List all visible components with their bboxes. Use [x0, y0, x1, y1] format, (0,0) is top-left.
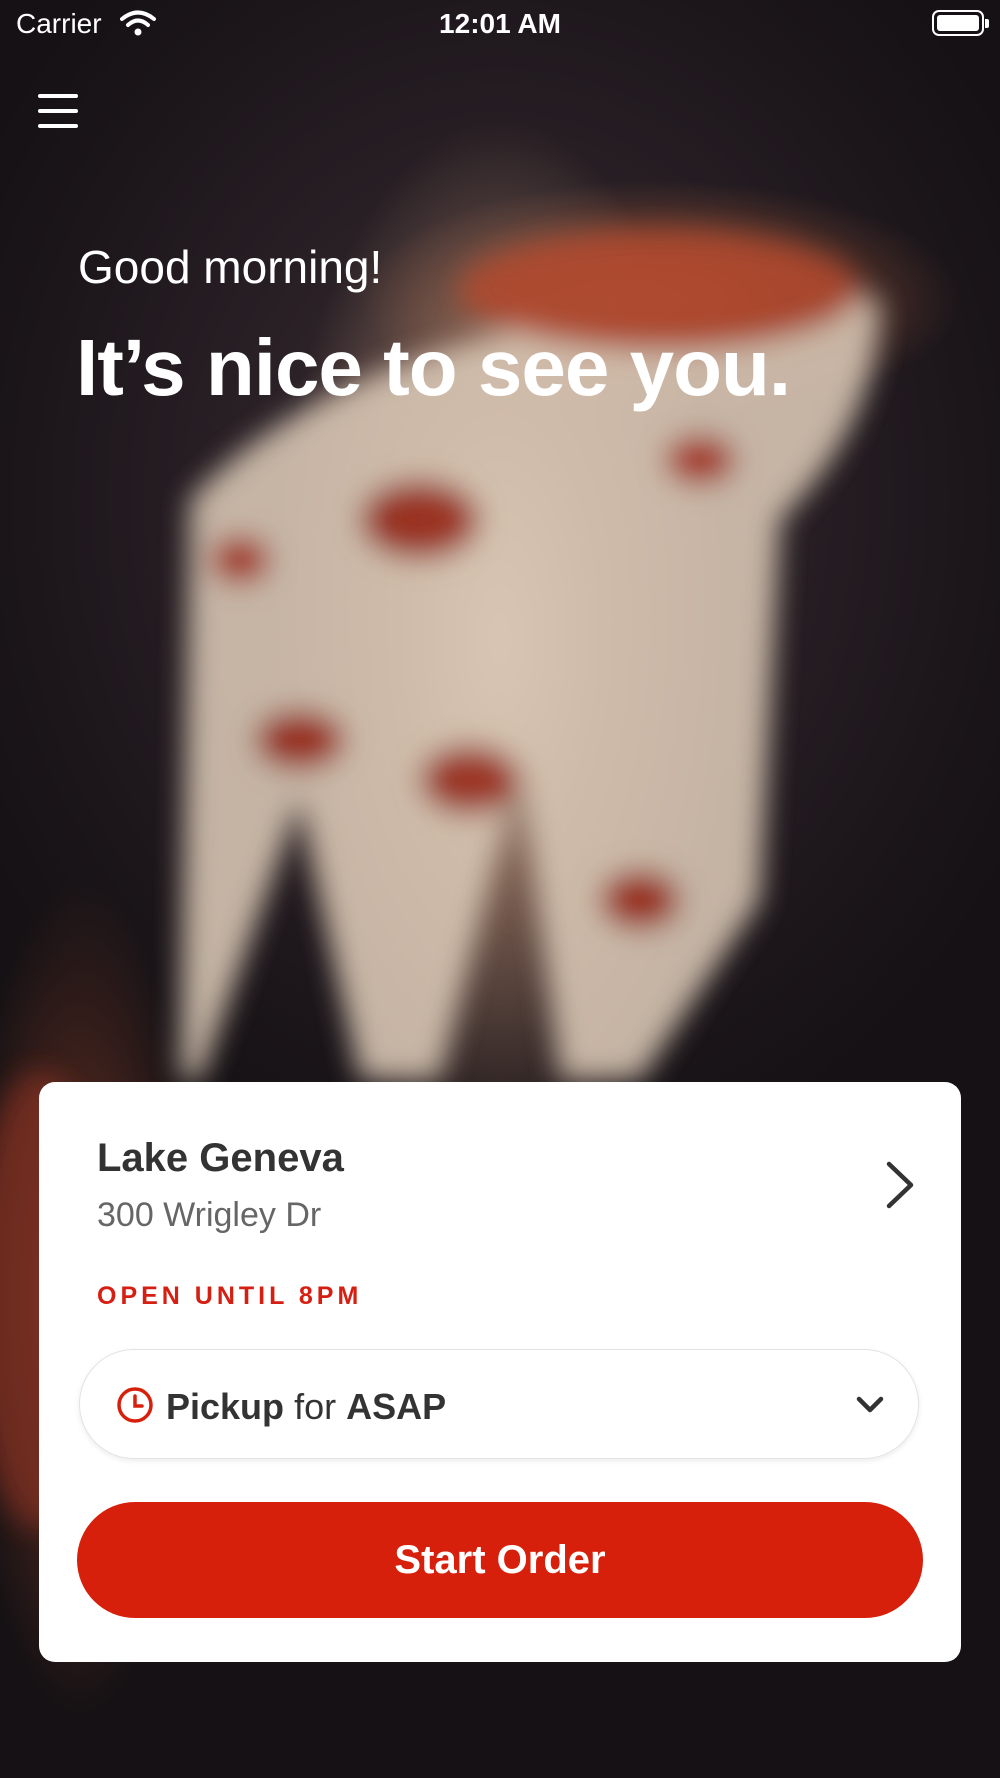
status-time: 12:01 AM [439, 8, 561, 39]
order-type-label: Pickup for ASAP [166, 1386, 446, 1428]
start-order-button[interactable]: Start Order [77, 1502, 923, 1618]
chevron-down-icon [856, 1396, 884, 1413]
order-time: ASAP [346, 1386, 447, 1427]
location-address: 300 Wrigley Dr [97, 1196, 322, 1234]
greeting-text: Good morning! [78, 241, 383, 293]
order-mode: Pickup [166, 1386, 285, 1427]
order-type-selector[interactable]: Pickup for ASAP [79, 1349, 919, 1459]
chevron-right-icon[interactable] [879, 1160, 919, 1210]
status-bar: Carrier 12:01 AM [0, 0, 1000, 50]
clock-icon [117, 1387, 153, 1423]
store-hours-status: OPEN UNTIL 8PM [97, 1282, 363, 1310]
location-name[interactable]: Lake Geneva [97, 1136, 344, 1181]
battery-icon [932, 10, 989, 36]
hamburger-menu-icon[interactable] [38, 94, 78, 130]
location-card: Lake Geneva 300 Wrigley Dr OPEN UNTIL 8P… [39, 1082, 961, 1662]
order-connector: for [294, 1386, 337, 1427]
welcome-headline: It’s nice to see you. [76, 323, 791, 412]
